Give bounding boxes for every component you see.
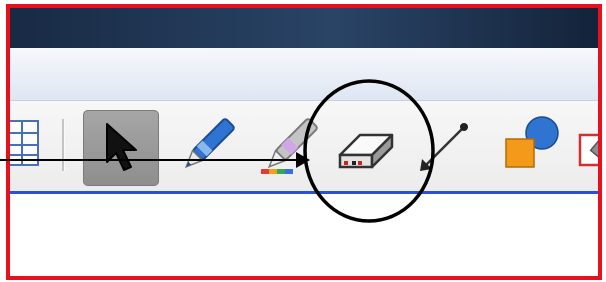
toolbar (10, 101, 598, 194)
line-icon (420, 123, 468, 171)
toolbar-separator (62, 119, 65, 171)
select-tool-button[interactable] (83, 110, 159, 186)
magic-pen-tool-button[interactable] (576, 117, 598, 177)
table-icon (10, 120, 39, 166)
app-window-frame (6, 4, 602, 280)
line-tool-button[interactable] (410, 113, 480, 181)
eraser-icon (338, 133, 394, 169)
arrow-pointer-icon (106, 123, 137, 171)
shapes-tool-button[interactable] (500, 113, 564, 177)
pen-icon (184, 118, 235, 169)
rainbow-pen-icon (261, 118, 318, 174)
canvas-area[interactable] (10, 194, 598, 276)
pen-tool-button[interactable] (170, 111, 242, 183)
eraser-tool-button[interactable] (332, 115, 404, 179)
shapes-icon (505, 116, 559, 168)
table-tool-button[interactable] (10, 119, 42, 171)
menu-bar (10, 48, 598, 101)
creative-pen-tool-button[interactable] (253, 111, 325, 183)
title-bar (10, 8, 598, 48)
magic-pen-icon (578, 121, 598, 167)
